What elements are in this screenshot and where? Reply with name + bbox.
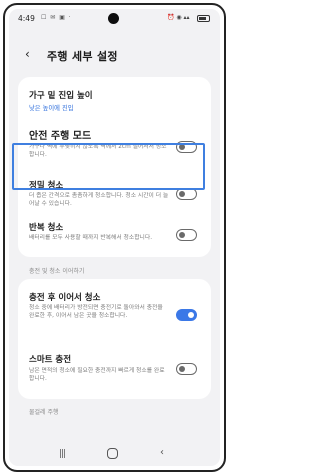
- battery-icon: [197, 15, 210, 22]
- smart-charging-toggle[interactable]: [176, 363, 197, 375]
- charging-settings-card: 충전 후 이어서 청소 청소 중에 배터리가 방전되면 충전기로 돌아와서 충전…: [18, 279, 211, 399]
- system-status-icons: ⏰ ◉ ▴▴: [167, 14, 190, 21]
- home-icon[interactable]: [107, 448, 118, 459]
- system-navigation-bar: ||| ‹: [9, 442, 220, 466]
- setting-description: 청소 중에 배터리가 방전되면 충전기로 돌아와서 충전을 완료한 후, 이어서…: [29, 305, 163, 319]
- screen: 4:49 ☐ ✉ ▣ · ⏰ ◉ ▴▴ ‹ 주행 세부 설정 가구 밑 진입 높…: [9, 9, 220, 466]
- setting-title: 충전 후 이어서 청소: [29, 293, 101, 303]
- toggle-knob: [188, 311, 194, 318]
- setting-description: 배터리를 모두 사용할 때까지 반복해서 청소합니다.: [29, 235, 153, 241]
- setting-furniture-height[interactable]: 가구 밑 진입 높이 낮은 높이에 진입: [18, 77, 211, 117]
- front-camera: [108, 13, 119, 24]
- notification-icons: ☐ ✉ ▣ ·: [41, 14, 72, 21]
- resume-after-charge-toggle[interactable]: [176, 309, 197, 321]
- highlight-box: [12, 143, 205, 190]
- toggle-knob: [179, 365, 185, 372]
- setting-description: 더 좁은 간격으로 촘촘하게 청소합니다. 청소 시간이 더 늘어날 수 있습니…: [29, 193, 169, 207]
- repeat-cleaning-toggle[interactable]: [176, 229, 197, 241]
- setting-title: 스마트 충전: [29, 355, 72, 365]
- page-title: 주행 세부 설정: [47, 50, 118, 63]
- recent-apps-icon[interactable]: |||: [59, 449, 66, 459]
- section-header-charging: 충전 및 청소 이어하기: [29, 268, 85, 275]
- toggle-knob: [179, 231, 185, 238]
- phone-frame: 4:49 ☐ ✉ ▣ · ⏰ ◉ ▴▴ ‹ 주행 세부 설정 가구 밑 진입 높…: [3, 3, 226, 472]
- setting-title: 가구 밑 진입 높이: [29, 91, 93, 101]
- app-header: ‹ 주행 세부 설정: [9, 39, 220, 69]
- nav-back-icon[interactable]: ‹: [160, 447, 164, 458]
- setting-title: 안전 주행 모드: [29, 131, 92, 142]
- section-header-mop: 물걸레 주행: [29, 409, 59, 416]
- status-bar: 4:49 ☐ ✉ ▣ · ⏰ ◉ ▴▴: [9, 9, 220, 29]
- setting-title: 반복 청소: [29, 223, 64, 233]
- setting-resume-after-charge[interactable]: 충전 후 이어서 청소 청소 중에 배터리가 방전되면 충전기로 돌아와서 충전…: [18, 279, 211, 341]
- status-time: 4:49: [18, 14, 35, 23]
- setting-repeat-cleaning[interactable]: 반복 청소 배터리를 모두 사용할 때까지 반복해서 청소합니다.: [18, 213, 211, 253]
- setting-smart-charging[interactable]: 스마트 충전 남은 면적의 청소에 필요한 충전까지 빠르게 청소를 완료합니다…: [18, 345, 211, 395]
- toggle-knob: [179, 190, 185, 197]
- back-arrow-icon[interactable]: ‹: [25, 47, 30, 61]
- setting-description: 남은 면적의 청소에 필요한 충전까지 빠르게 청소를 완료합니다.: [29, 368, 165, 382]
- setting-value: 낮은 높이에 진입: [29, 105, 74, 112]
